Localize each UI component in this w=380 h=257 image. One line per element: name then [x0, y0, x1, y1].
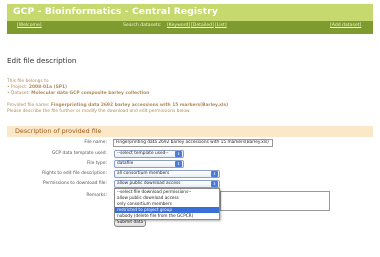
nav-bar: [Welcome] Search datasets: [Keyword] [De…: [7, 21, 373, 34]
project-label: Project:: [11, 85, 28, 90]
permissions-select-value: allow public download access: [117, 181, 181, 186]
search-detailed-link[interactable]: [Detailed]: [191, 23, 214, 28]
search-list-link[interactable]: [List]: [215, 23, 227, 28]
instructions-text: Please describe the file further or modi…: [7, 109, 191, 114]
provided-file-line: Provided file name: Fingerprinting data …: [7, 103, 228, 108]
remarks-textarea[interactable]: [220, 191, 330, 211]
project-line: • Project: 2008-01a (SP1): [7, 85, 68, 90]
search-keyword-link[interactable]: [Keyword]: [167, 23, 190, 28]
file-name-input[interactable]: Fingerprinting data 2692 barley accessio…: [113, 139, 273, 147]
app-header: GCP - Bioinformatics - Central Registry …: [7, 4, 373, 34]
select-arrows-icon: ⇕: [211, 171, 218, 177]
page-title: Edit file description: [7, 56, 77, 65]
submit-button[interactable]: Submit data: [114, 219, 146, 227]
section-header: Description of provided file: [7, 126, 373, 137]
remarks-label: Remarks:: [86, 193, 107, 198]
app-title: GCP - Bioinformatics - Central Registry: [13, 6, 218, 17]
project-value: 2008-01a (SP1): [28, 85, 68, 90]
section-title: Description of provided file: [15, 127, 102, 135]
dataset-value: Molecular data GCP composite barley coll…: [31, 91, 150, 96]
select-arrows-icon: ⇕: [175, 161, 182, 167]
file-name-label: File name:: [84, 140, 107, 145]
template-select[interactable]: --select template used-- ⇕: [114, 150, 184, 158]
file-type-select[interactable]: datafile ⇕: [114, 160, 184, 168]
permissions-label: Permissions to download file:: [43, 181, 107, 186]
dataset-label: Dataset:: [11, 91, 30, 96]
file-type-label: File type:: [86, 161, 107, 166]
permissions-select[interactable]: allow public download access ⇕: [114, 180, 220, 188]
dropdown-option[interactable]: nobody (delete file from the GCPCR): [115, 213, 219, 219]
file-type-select-value: datafile: [117, 161, 134, 166]
rights-label: Rights to edit file description:: [42, 171, 107, 176]
rights-select-value: all consortium members: [117, 171, 170, 176]
template-label: GCP data template used:: [51, 151, 107, 156]
template-select-value: --select template used--: [117, 151, 169, 156]
dataset-line: • Dataset: Molecular data GCP composite …: [7, 91, 150, 96]
search-datasets-label: Search datasets:: [123, 23, 162, 28]
select-arrows-icon: ⇕: [175, 151, 182, 157]
select-arrows-icon: ⇕: [211, 181, 218, 187]
permissions-dropdown: --select file download permissions-- all…: [114, 188, 220, 220]
provided-file-label: Provided file name:: [7, 103, 50, 108]
rights-select[interactable]: all consortium members ⇕: [114, 170, 220, 178]
belongs-to-text: This file belongs to: [7, 79, 49, 84]
welcome-link[interactable]: [Welcome]: [17, 23, 42, 28]
provided-file-value: Fingerprinting data 2692 barley accessio…: [50, 103, 229, 108]
add-dataset-link[interactable]: [Add dataset]: [330, 23, 361, 28]
